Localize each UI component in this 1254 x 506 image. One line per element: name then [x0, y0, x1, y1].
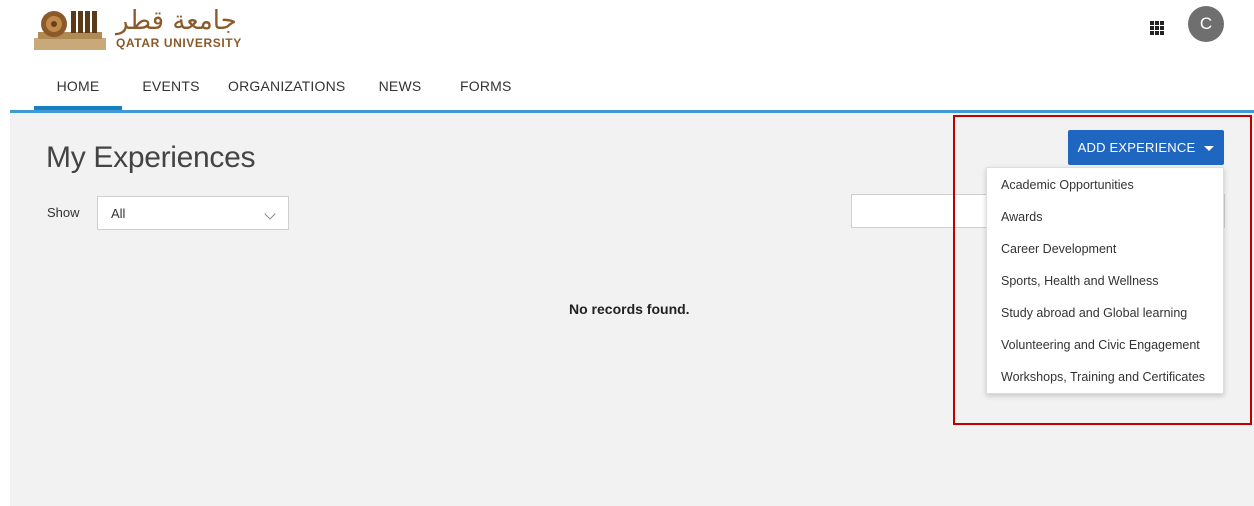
qatar-university-logo[interactable]: جامعة قطر QATAR UNIVERSITY [34, 8, 242, 50]
chevron-down-icon [264, 208, 276, 220]
highlight-annotation-box [953, 115, 1252, 425]
nav-home[interactable]: HOME [34, 66, 122, 110]
nav-events[interactable]: EVENTS [142, 66, 200, 110]
empty-state-message: No records found. [569, 301, 690, 317]
user-avatar[interactable]: C [1188, 6, 1224, 42]
show-filter-label: Show [47, 205, 80, 220]
logo-arabic-text: جامعة قطر [116, 6, 237, 36]
show-filter-value: All [111, 206, 126, 221]
university-emblem-icon [34, 8, 106, 50]
logo-english-text: QATAR UNIVERSITY [116, 36, 242, 50]
main-nav: HOME EVENTS ORGANIZATIONS NEWS FORMS [34, 66, 511, 110]
apps-grid-icon[interactable] [1150, 21, 1164, 35]
nav-organizations[interactable]: ORGANIZATIONS [228, 66, 345, 110]
show-filter-select[interactable]: All [97, 196, 289, 230]
nav-news[interactable]: NEWS [378, 66, 422, 110]
nav-forms[interactable]: FORMS [460, 66, 511, 110]
page-title: My Experiences [46, 141, 256, 174]
